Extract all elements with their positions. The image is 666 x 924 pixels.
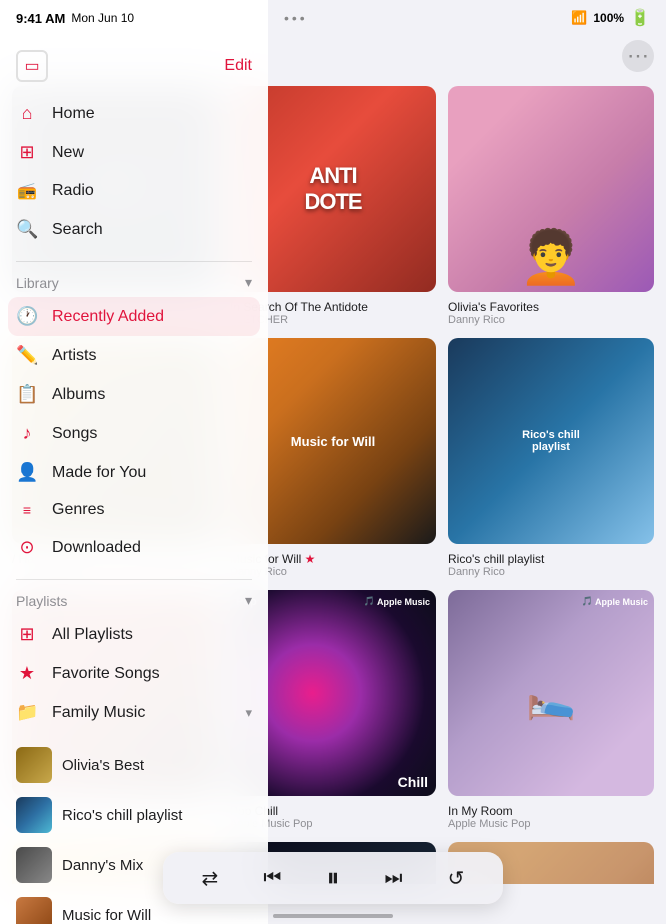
shuffle-button[interactable]: ⇄	[202, 866, 219, 891]
sidebar-item-albums[interactable]: 📋 Albums	[0, 375, 268, 414]
prev-button[interactable]: ⏮	[263, 867, 281, 890]
album-title-room: In My Room	[448, 804, 654, 818]
songs-label: Songs	[52, 425, 97, 443]
album-artist-olivia: Danny Rico	[448, 314, 654, 326]
home-icon: ⌂	[16, 103, 38, 124]
dannys-mix-thumb	[16, 847, 52, 883]
sidebar-item-made-for-you[interactable]: 👤 Made for You	[0, 453, 268, 492]
songs-icon: ♪	[16, 423, 38, 444]
wifi-icon: 📶	[571, 10, 587, 26]
nav-section: ⌂ Home ⊞ New 📻 Radio 🔍 Search	[0, 90, 268, 257]
divider-2	[16, 579, 252, 580]
sidebar-item-recently-added[interactable]: 🕐 Recently Added	[8, 297, 260, 336]
all-playlists-label: All Playlists	[52, 626, 133, 644]
music-will-thumb	[16, 897, 52, 924]
status-time: 9:41 AM	[16, 11, 65, 26]
family-chevron: ▾	[245, 705, 252, 721]
radio-icon: 📻	[16, 181, 38, 201]
artists-label: Artists	[52, 347, 96, 365]
sidebar-item-artists[interactable]: ✏️ Artists	[0, 336, 268, 375]
made-for-you-icon: 👤	[16, 462, 38, 483]
artists-icon: ✏️	[16, 345, 38, 366]
downloaded-label: Downloaded	[52, 539, 141, 557]
playlists-section-header: Playlists ▾	[0, 584, 268, 611]
sidebar-item-home[interactable]: ⌂ Home	[0, 94, 268, 133]
sidebar-item-radio[interactable]: 📻 Radio	[0, 172, 268, 210]
playlist-item-olivias-best[interactable]: Olivia's Best	[0, 740, 268, 790]
next-button[interactable]: ⏭	[385, 867, 403, 890]
new-label: New	[52, 144, 84, 162]
favorite-songs-icon: ★	[16, 663, 38, 684]
library-icon: ▭	[24, 56, 39, 76]
family-music-label: Family Music	[52, 704, 145, 722]
playlist-item-ricos-chill[interactable]: Rico's chill playlist	[0, 790, 268, 840]
playlists-section: ⊞ All Playlists ★ Favorite Songs 📁 Famil…	[0, 611, 268, 740]
apple-music-badge-pop: 🎵 Apple Music	[364, 596, 430, 607]
battery-label: 100%	[593, 11, 624, 25]
sidebar-item-favorite-songs[interactable]: ★ Favorite Songs	[0, 654, 268, 693]
made-for-you-label: Made for You	[52, 464, 146, 482]
divider-1	[16, 261, 252, 262]
sidebar-item-new[interactable]: ⊞ New	[0, 133, 268, 172]
sidebar-item-songs[interactable]: ♪ Songs	[0, 414, 268, 453]
album-item-olivia-fav[interactable]: 🧑‍🦱 Olivia's Favorites Danny Rico	[448, 86, 654, 326]
status-bar: ••• 📶 100% 🔋	[268, 0, 666, 36]
sidebar-icon-box[interactable]: ▭	[16, 50, 48, 82]
olivias-best-label: Olivia's Best	[62, 757, 144, 774]
olivias-best-thumb	[16, 747, 52, 783]
album-title-olivia: Olivia's Favorites	[448, 300, 654, 314]
status-date: Mon Jun 10	[71, 11, 134, 25]
favorite-songs-label: Favorite Songs	[52, 665, 160, 683]
home-indicator	[273, 914, 393, 918]
ricos-chill-label: Rico's chill playlist	[62, 807, 182, 824]
recently-added-icon: 🕐	[16, 306, 38, 327]
genres-icon: ≡	[16, 502, 38, 518]
sidebar-item-downloaded[interactable]: ⊙ Downloaded	[0, 528, 268, 567]
albums-label: Albums	[52, 386, 105, 404]
dannys-mix-label: Danny's Mix	[62, 857, 143, 874]
sidebar-item-all-playlists[interactable]: ⊞ All Playlists	[0, 615, 268, 654]
library-section-title: Library	[16, 275, 59, 291]
repeat-button[interactable]: ↺	[448, 866, 465, 891]
play-pause-button[interactable]: ⏸	[326, 862, 339, 894]
album-item-in-my-room[interactable]: 🎵 Apple Music 🛌 In My Room Apple Music P…	[448, 590, 654, 830]
sidebar: 9:41 AM Mon Jun 10 ▭ Edit ⌂ Home ⊞ New 📻…	[0, 0, 268, 924]
status-dots: •••	[284, 10, 308, 26]
album-artist-rico: Danny Rico	[448, 566, 654, 578]
downloaded-icon: ⊙	[16, 537, 38, 558]
search-icon: 🔍	[16, 219, 38, 240]
ricos-chill-thumb	[16, 797, 52, 833]
chill-label: Chill	[398, 774, 428, 790]
playlists-section-title: Playlists	[16, 593, 67, 609]
library-chevron: ▾	[245, 274, 252, 291]
album-artist-room: Apple Music Pop	[448, 818, 654, 830]
recently-added-label: Recently Added	[52, 308, 164, 326]
edit-button[interactable]: Edit	[224, 57, 252, 75]
battery-icon: 🔋	[630, 8, 650, 28]
sidebar-item-family-music[interactable]: 📁 Family Music ▾	[0, 693, 268, 732]
library-section: 🕐 Recently Added ✏️ Artists 📋 Albums ♪ S…	[0, 293, 268, 575]
new-icon: ⊞	[16, 142, 38, 163]
now-playing-bar: ⇄ ⏮ ⏸ ⏭ ↺	[163, 852, 503, 904]
album-item-rico-chill[interactable]: Rico's chillplaylist Rico's chill playli…	[448, 338, 654, 578]
sidebar-item-search[interactable]: 🔍 Search	[0, 210, 268, 249]
all-playlists-icon: ⊞	[16, 624, 38, 645]
playlists-chevron: ▾	[245, 592, 252, 609]
family-music-icon: 📁	[16, 702, 38, 723]
library-section-header: Library ▾	[0, 266, 268, 293]
home-label: Home	[52, 105, 95, 123]
music-will-label: Music for Will	[62, 907, 151, 924]
radio-label: Radio	[52, 182, 94, 200]
albums-icon: 📋	[16, 384, 38, 405]
more-button[interactable]: ⋯	[622, 40, 654, 72]
album-title-rico: Rico's chill playlist	[448, 552, 654, 566]
search-label: Search	[52, 221, 103, 239]
genres-label: Genres	[52, 501, 104, 519]
sidebar-item-genres[interactable]: ≡ Genres	[0, 492, 268, 528]
